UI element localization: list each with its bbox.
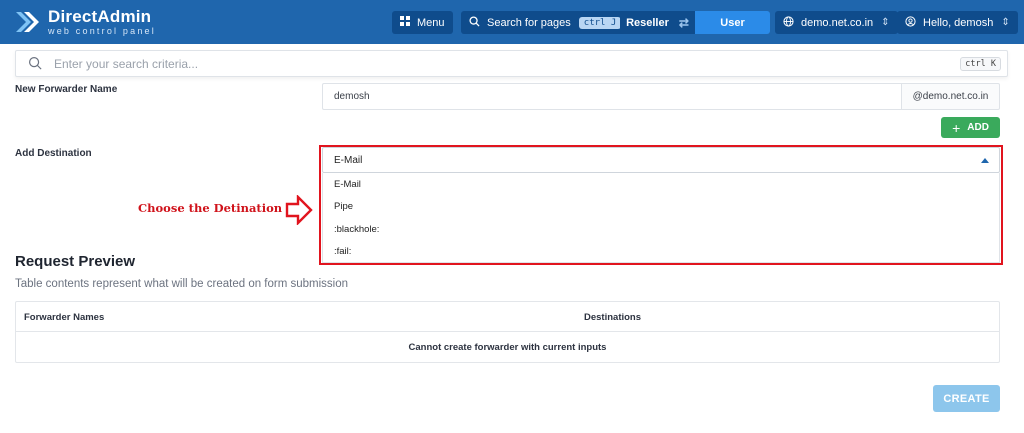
- search-pages-button[interactable]: Search for pages ctrl J: [461, 11, 630, 34]
- caret-up-icon: [981, 158, 989, 163]
- right-arrow-icon: [285, 195, 313, 225]
- destination-label: Add Destination: [15, 148, 92, 159]
- table-header: Forwarder Names Destinations: [16, 302, 999, 332]
- destination-dropdown: E-Mail Pipe :blackhole: :fail:: [322, 173, 1000, 263]
- forwarder-name-value: demosh: [334, 91, 370, 102]
- forwarder-name-label: New Forwarder Name: [15, 84, 118, 95]
- search-pages-shortcut: ctrl J: [578, 16, 622, 29]
- swap-arrows-icon: ⇄: [678, 15, 689, 30]
- annotation-text: Choose the Detination: [138, 201, 283, 215]
- updown-caret-icon: ⇕: [881, 17, 890, 28]
- top-navigation-bar: DirectAdmin web control panel Menu Searc…: [0, 0, 1024, 44]
- preview-table: Forwarder Names Destinations Cannot crea…: [15, 301, 1000, 363]
- search-icon: [28, 56, 43, 76]
- column-forwarder-names: Forwarder Names: [24, 312, 105, 323]
- directadmin-logo[interactable]: DirectAdmin web control panel: [14, 6, 156, 38]
- create-button[interactable]: CREATE: [933, 385, 1000, 412]
- dropdown-option[interactable]: :blackhole:: [323, 218, 999, 241]
- domain-selector[interactable]: demo.net.co.in ⇕: [775, 11, 898, 34]
- brand-subtitle: web control panel: [48, 26, 156, 36]
- search-pages-label: Search for pages: [487, 16, 571, 29]
- user-circle-icon: [905, 15, 916, 30]
- role-reseller[interactable]: Reseller ⇄: [620, 11, 695, 34]
- role-user-label: User: [720, 16, 745, 29]
- brand-title: DirectAdmin: [48, 7, 152, 26]
- destination-selected-value: E-Mail: [334, 154, 363, 166]
- table-empty-message: Cannot create forwarder with current inp…: [408, 342, 607, 353]
- updown-caret-icon: ⇕: [1001, 17, 1010, 28]
- role-switch[interactable]: Reseller ⇄ User: [620, 11, 770, 34]
- menu-label: Menu: [417, 16, 445, 29]
- global-search-bar: ctrl K: [15, 50, 1008, 77]
- domain-label: demo.net.co.in: [801, 16, 874, 29]
- plus-icon: +: [952, 119, 961, 136]
- greeting-label: Hello, demosh: [923, 16, 994, 29]
- globe-icon: [783, 15, 794, 30]
- logo-chevron-icon: [16, 12, 39, 32]
- search-icon: [469, 15, 480, 30]
- request-preview-title: Request Preview: [15, 253, 136, 270]
- user-menu[interactable]: Hello, demosh ⇕: [897, 11, 1018, 34]
- menu-button[interactable]: Menu: [392, 11, 453, 34]
- add-button-label: ADD: [967, 122, 989, 133]
- dropdown-option[interactable]: :fail:: [323, 241, 999, 264]
- request-preview-subtitle: Table contents represent what will be cr…: [15, 278, 349, 290]
- dropdown-option[interactable]: E-Mail: [323, 173, 999, 196]
- search-shortcut: ctrl K: [960, 57, 1001, 71]
- destination-select[interactable]: E-Mail: [322, 147, 1000, 173]
- add-destination-button[interactable]: + ADD: [941, 117, 1000, 138]
- role-reseller-label: Reseller: [626, 16, 669, 29]
- column-destinations: Destinations: [584, 312, 642, 323]
- forwarder-name-input[interactable]: demosh: [322, 83, 901, 110]
- grid-icon: [400, 16, 410, 29]
- dropdown-option[interactable]: Pipe: [323, 196, 999, 219]
- domain-suffix: @demo.net.co.in: [901, 83, 1000, 110]
- role-user[interactable]: User: [695, 11, 770, 34]
- search-input[interactable]: [54, 55, 934, 73]
